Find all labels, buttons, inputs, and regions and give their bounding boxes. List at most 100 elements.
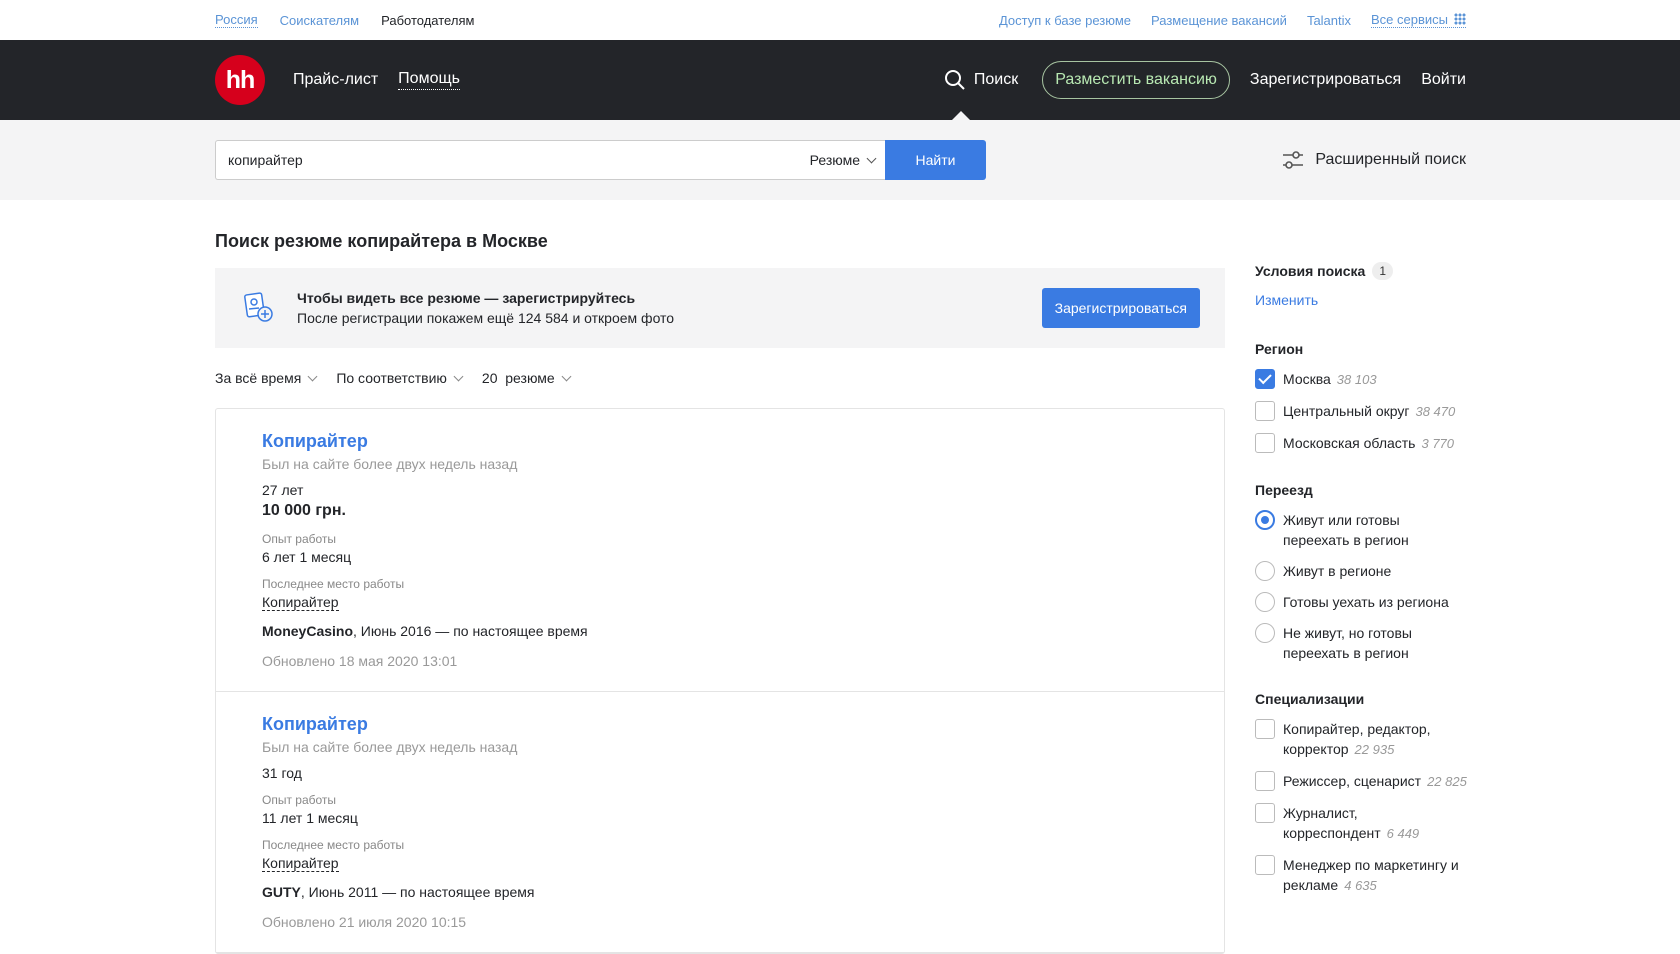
search-type-label: Резюме — [809, 152, 860, 168]
sliders-icon — [1283, 151, 1304, 169]
main-header: hh Прайс-лист Помощь Поиск Разместить ва… — [0, 40, 1680, 120]
company-name: MoneyCasino — [262, 623, 354, 639]
option-label: Московская область — [1283, 435, 1416, 451]
banner-register-button[interactable]: Зарегистрироваться — [1041, 288, 1200, 328]
change-conditions-link[interactable]: Изменить — [1255, 292, 1470, 308]
relocation-option[interactable]: Живут в регионе — [1255, 561, 1470, 581]
find-button[interactable]: Найти — [885, 140, 986, 180]
region-option-central[interactable]: Центральный округ 38 470 — [1255, 401, 1470, 422]
checkbox[interactable] — [1255, 803, 1275, 823]
resume-title-link[interactable]: Копирайтер — [262, 714, 368, 735]
search-icon — [944, 70, 965, 90]
option-label: Живут в регионе — [1283, 563, 1392, 579]
search-conditions-heading: Условия поиска 1 — [1255, 262, 1470, 280]
resume-card: Копирайтер Был на сайте более двух недел… — [216, 692, 1224, 953]
talantix-link[interactable]: Talantix — [1307, 13, 1351, 28]
age: 27 лет — [262, 482, 304, 498]
relocation-heading: Переезд — [1255, 482, 1313, 498]
period-filter[interactable]: За всё время — [215, 370, 318, 386]
experience-label: Опыт работы — [262, 532, 337, 546]
employers-link[interactable]: Работодателям — [381, 13, 474, 28]
salary: 10 000 грн. — [262, 502, 346, 519]
search-type-select[interactable]: Резюме — [800, 152, 885, 168]
specialization-option[interactable]: Журналист, корреспондент 6 449 — [1255, 803, 1470, 844]
radio[interactable] — [1255, 623, 1275, 643]
checkbox[interactable] — [1255, 433, 1275, 453]
last-position-link[interactable]: Копирайтер — [262, 855, 339, 872]
resume-add-icon — [244, 292, 273, 322]
specialization-option[interactable]: Копирайтер, редактор, корректор 22 935 — [1255, 719, 1470, 760]
chevron-down-icon — [866, 153, 877, 163]
relocation-section: Переезд Живут или готовы переехать в рег… — [1255, 482, 1470, 663]
checkbox[interactable] — [1255, 719, 1275, 739]
search-input[interactable] — [216, 152, 800, 168]
option-count: 4 635 — [1344, 878, 1377, 893]
checkbox[interactable] — [1255, 855, 1275, 875]
banner-headline: Чтобы видеть все резюме — зарегистрируйт… — [297, 290, 636, 306]
checkbox-checked[interactable] — [1255, 369, 1275, 389]
last-job-label: Последнее место работы — [262, 838, 405, 852]
option-count: 22 825 — [1427, 774, 1467, 789]
specialization-option[interactable]: Менеджер по маркетингу и рекламе 4 635 — [1255, 855, 1470, 896]
work-period: , Июнь 2011 — по настоящее время — [300, 884, 535, 900]
vacancy-posting-link[interactable]: Размещение вакансий — [1151, 13, 1287, 28]
all-services-link[interactable]: Все сервисы — [1371, 12, 1466, 28]
post-vacancy-button[interactable]: Разместить вакансию — [1042, 61, 1230, 99]
option-count: 38 470 — [1415, 404, 1456, 419]
resume-db-access-link[interactable]: Доступ к базе резюме — [999, 13, 1131, 28]
advanced-search-label: Расширенный поиск — [1315, 151, 1466, 168]
period-filter-label: За всё время — [215, 370, 302, 386]
filters-sidebar: Условия поиска 1 Изменить Регион Москва 38… — [1255, 262, 1470, 924]
chevron-down-icon — [307, 371, 318, 381]
grid-icon — [1454, 13, 1466, 25]
top-utility-bar: Россия Соискателям Работодателям Доступ … — [0, 0, 1680, 40]
option-label: Режиссер, сценарист — [1283, 773, 1422, 789]
relocation-option[interactable]: Не живут, но готовы переехать в регион — [1255, 623, 1470, 663]
hh-logo[interactable]: hh — [215, 55, 265, 105]
option-label: Готовы уехать из региона — [1283, 594, 1449, 610]
option-label: Живут или готовы переехать в регион — [1283, 512, 1409, 548]
option-count: 3 770 — [1421, 436, 1455, 451]
checkbox[interactable] — [1255, 401, 1275, 421]
last-job-label: Последнее место работы — [262, 577, 405, 591]
specializations-heading: Специализации — [1255, 691, 1365, 707]
region-selector[interactable]: Россия — [215, 12, 258, 28]
company-line: MoneyCasino, Июнь 2016 — по настоящее вр… — [262, 623, 1179, 639]
checkbox[interactable] — [1255, 771, 1275, 791]
last-position-link[interactable]: Копирайтер — [262, 594, 339, 611]
advanced-search-link[interactable]: Расширенный поиск — [1281, 150, 1466, 170]
specialization-option[interactable]: Режиссер, сценарист 22 825 — [1255, 771, 1470, 792]
search-field: Резюме — [215, 140, 885, 180]
radio[interactable] — [1255, 592, 1275, 612]
region-option-moscow[interactable]: Москва 38 103 — [1255, 369, 1470, 390]
main-content: Поиск резюме копирайтера в Москве Чтобы … — [215, 200, 1225, 954]
updated-date: Обновлено 21 июля 2020 10:15 — [262, 914, 467, 930]
help-link[interactable]: Помощь — [398, 70, 460, 90]
relocation-option[interactable]: Готовы уехать из региона — [1255, 592, 1470, 612]
search-nav-label: Поиск — [973, 71, 1019, 88]
last-seen: Был на сайте более двух недель назад — [262, 739, 518, 755]
company-name: GUTY — [262, 884, 301, 900]
relocation-option[interactable]: Живут или готовы переехать в регион — [1255, 510, 1470, 550]
resume-title-link[interactable]: Копирайтер — [262, 431, 368, 452]
region-option-moscow-oblast[interactable]: Московская область 3 770 — [1255, 433, 1470, 454]
sort-filter[interactable]: По соответствию — [336, 370, 464, 386]
search-conditions-label: Условия поиска — [1255, 263, 1366, 279]
company-line: GUTY, Июнь 2011 — по настоящее время — [262, 884, 1179, 900]
radio[interactable] — [1255, 561, 1275, 581]
seekers-link[interactable]: Соискателям — [280, 13, 359, 28]
option-count: 6 449 — [1386, 826, 1420, 841]
option-label: Не живут, но готовы переехать в регион — [1283, 625, 1412, 661]
resume-card: Копирайтер Был на сайте более двух недел… — [216, 409, 1224, 692]
search-nav-link[interactable]: Поиск — [944, 40, 1018, 120]
radio-selected[interactable] — [1255, 510, 1275, 530]
option-label: Журналист, корреспондент — [1283, 805, 1381, 841]
all-services-label: Все сервисы — [1371, 12, 1448, 27]
results-list: Копирайтер Был на сайте более двух недел… — [215, 408, 1225, 954]
per-page-filter[interactable]: 20 резюме — [482, 370, 572, 386]
active-caret — [951, 111, 970, 120]
login-link[interactable]: Войти — [1421, 71, 1466, 89]
register-link[interactable]: Зарегистрироваться — [1250, 71, 1401, 89]
option-count: 22 935 — [1354, 742, 1395, 757]
price-list-link[interactable]: Прайс-лист — [293, 71, 378, 89]
